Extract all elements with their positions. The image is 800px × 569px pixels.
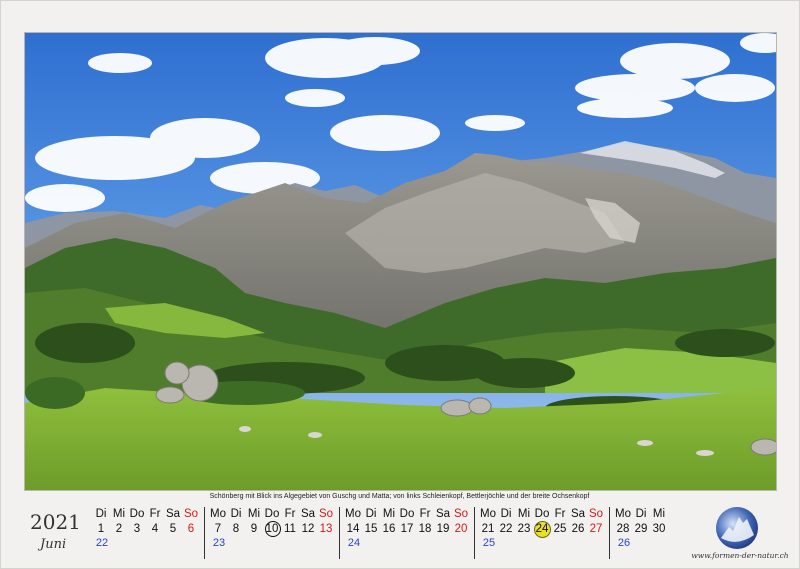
date-cell: 4 xyxy=(151,523,159,535)
date-cell: 17 xyxy=(400,523,414,535)
calendar-week: Mo Di Mi Do Fr Sa So 21 22 23 24 25 26 2… xyxy=(475,507,610,559)
weekday-label: So xyxy=(453,508,469,520)
weekday-label: Sa xyxy=(300,508,316,520)
weekday-label: Mo xyxy=(615,508,631,520)
weekday-label: Mi xyxy=(382,508,396,520)
week-number: 25 xyxy=(482,537,496,549)
weekday-label: Di xyxy=(230,508,242,520)
weekday-label: Mi xyxy=(517,508,531,520)
date-cell: 13 xyxy=(319,523,333,535)
weekday-label: Mi xyxy=(247,508,261,520)
date-cell: 1 xyxy=(97,523,105,535)
date-cell: 6 xyxy=(187,523,195,535)
date-cell: 3 xyxy=(133,523,141,535)
date-row: 14 15 16 17 18 19 20 xyxy=(344,522,470,537)
date-row: 7 8 9 10 11 12 13 xyxy=(209,521,335,537)
weekday-label: Sa xyxy=(570,508,586,520)
weekday-row: Mo Di Mi Do Fr Sa So xyxy=(209,507,335,522)
date-cell: 25 xyxy=(553,523,567,535)
landscape-photo xyxy=(24,32,777,491)
weekday-label: Do xyxy=(129,508,145,520)
weekday-label: Mo xyxy=(345,508,361,520)
date-cell: 21 xyxy=(481,523,495,535)
date-cell: 2 xyxy=(115,523,123,535)
calendar-sheet: Schönberg mit Blick ins Algegebiet von G… xyxy=(0,0,800,569)
weekday-label: Do xyxy=(264,508,280,520)
date-cell: 23 xyxy=(517,523,531,535)
weekday-row: Mo Di Mi xyxy=(614,507,668,522)
week-number: 24 xyxy=(347,537,361,549)
weekday-label: Di xyxy=(635,508,647,520)
weekday-label: Fr xyxy=(554,508,566,520)
weekday-label: So xyxy=(183,508,199,520)
weekday-label: So xyxy=(588,508,604,520)
week-number: 23 xyxy=(212,537,226,549)
weekday-label: So xyxy=(318,508,334,520)
weekday-label: Di xyxy=(500,508,512,520)
date-cell: 7 xyxy=(214,523,222,535)
date-cell-holiday-circled: 10 xyxy=(263,521,281,537)
date-cell: 19 xyxy=(436,523,450,535)
weekday-label: Sa xyxy=(165,508,181,520)
date-cell: 14 xyxy=(346,523,360,535)
date-cell: 15 xyxy=(364,523,378,535)
logo-icon xyxy=(713,505,761,551)
logo-url: www.formen-der-natur.ch xyxy=(691,551,789,560)
date-cell: 18 xyxy=(418,523,432,535)
weekday-row: Mo Di Mi Do Fr Sa So xyxy=(479,507,605,522)
month-label: Juni xyxy=(40,537,67,552)
date-cell: 9 xyxy=(250,523,258,535)
date-row: 1 2 3 4 5 6 xyxy=(92,522,200,537)
weekday-label: Do xyxy=(399,508,415,520)
date-row: 21 22 23 24 25 26 27 xyxy=(479,521,605,538)
weekday-row: Di Mi Do Fr Sa So xyxy=(92,507,200,522)
date-cell: 30 xyxy=(652,523,666,535)
weekday-label: Fr xyxy=(284,508,296,520)
date-cell: 8 xyxy=(232,523,240,535)
calendar-grid: Di Mi Do Fr Sa So 1 2 3 4 5 6 22 Mo Di M… xyxy=(88,507,672,563)
date-cell-highlighted: 24 xyxy=(533,521,551,538)
weekday-label: Mo xyxy=(480,508,496,520)
week-number: 26 xyxy=(617,537,631,549)
weekday-label: Fr xyxy=(149,508,161,520)
year-label: 2021 xyxy=(30,510,81,534)
weekday-row: Mo Di Mi Do Fr Sa So xyxy=(344,507,470,522)
date-cell: 28 xyxy=(616,523,630,535)
date-cell: 11 xyxy=(284,523,296,535)
weekday-label: Mi xyxy=(652,508,666,520)
weekday-label: Di xyxy=(95,508,107,520)
calendar-week: Mo Di Mi Do Fr Sa So 14 15 16 17 18 19 2… xyxy=(340,507,475,559)
weekday-label: Mo xyxy=(210,508,226,520)
weekday-label: Do xyxy=(534,508,550,520)
calendar-week: Di Mi Do Fr Sa So 1 2 3 4 5 6 22 xyxy=(88,507,205,559)
weekday-label: Mi xyxy=(112,508,126,520)
week-number: 22 xyxy=(95,537,109,549)
calendar-week: Mo Di Mi Do Fr Sa So 7 8 9 10 11 12 13 2… xyxy=(205,507,340,559)
date-cell: 5 xyxy=(169,523,177,535)
date-cell: 22 xyxy=(499,523,513,535)
calendar-week: Mo Di Mi 28 29 30 26 xyxy=(610,507,672,559)
weekday-label: Fr xyxy=(419,508,431,520)
date-cell: 26 xyxy=(571,523,585,535)
date-cell: 16 xyxy=(382,523,396,535)
date-cell: 20 xyxy=(454,523,468,535)
date-cell: 12 xyxy=(301,523,315,535)
date-row: 28 29 30 xyxy=(614,522,668,537)
photo-caption: Schönberg mit Blick ins Algegebiet von G… xyxy=(209,493,590,500)
weekday-label: Di xyxy=(365,508,377,520)
weekday-label: Sa xyxy=(435,508,451,520)
date-cell: 29 xyxy=(634,523,648,535)
date-cell: 27 xyxy=(589,523,603,535)
